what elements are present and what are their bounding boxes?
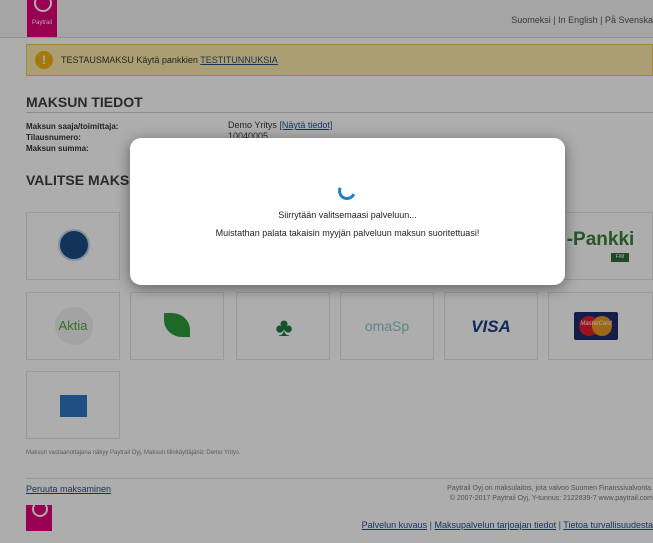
return-reminder: Muistathan palata takaisin myyjän palvel… — [215, 228, 480, 238]
loading-spinner-icon — [335, 179, 359, 203]
redirect-message: Siirrytään valitsemaasi palveluun... — [278, 210, 417, 220]
redirect-dialog: Siirrytään valitsemaasi palveluun... Mui… — [130, 138, 565, 285]
